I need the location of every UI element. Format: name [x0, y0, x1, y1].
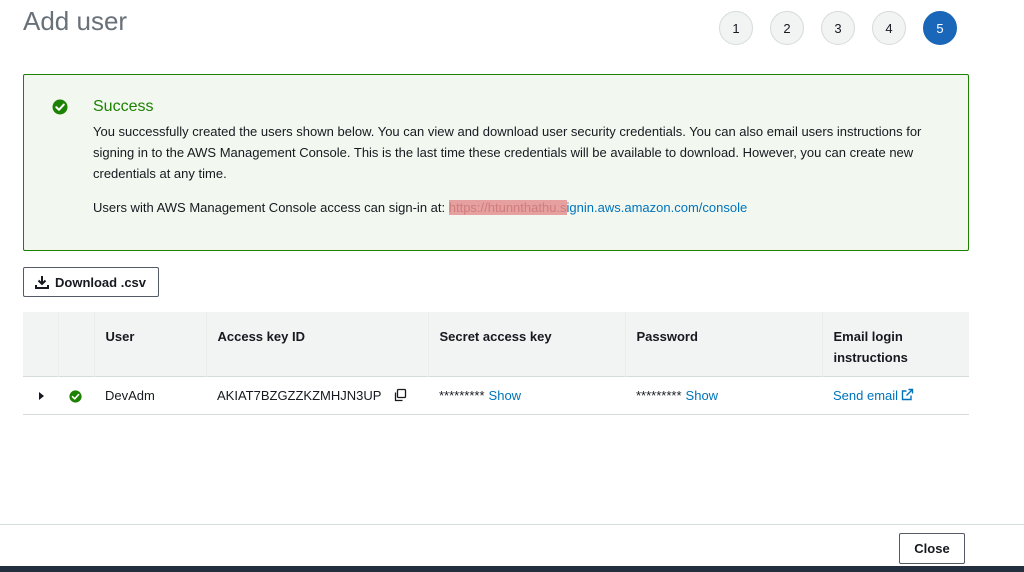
copy-icon[interactable]	[393, 388, 407, 402]
signin-prefix: Users with AWS Management Console access…	[93, 200, 449, 215]
page-title: Add user	[23, 6, 128, 36]
secret-key-cell: ********* Show	[428, 376, 625, 415]
expand-cell	[23, 376, 58, 415]
success-check-icon	[52, 99, 68, 115]
password-cell: ********* Show	[625, 376, 822, 415]
step-5[interactable]: 5	[923, 11, 957, 45]
signin-url-visible: ignin.aws.amazon.com/console	[566, 200, 748, 215]
header-email-login: Email login instructions	[821, 312, 969, 376]
expand-caret-icon[interactable]	[39, 391, 44, 400]
header-password: Password	[624, 312, 822, 376]
signin-line: Users with AWS Management Console access…	[93, 197, 747, 218]
header-access-key-id: Access key ID	[205, 312, 428, 376]
email-cell: Send email	[822, 376, 969, 415]
footer-divider	[0, 524, 1024, 525]
signin-url-link[interactable]: https://htunnthathu.signin.aws.amazon.co…	[448, 200, 748, 215]
send-email-link[interactable]: Send email	[833, 388, 914, 403]
access-key-cell: AKIAT7BZGZZKZMHJN3UP	[206, 376, 428, 415]
external-link-icon	[901, 388, 914, 400]
wizard-steps: 1 2 3 4 5	[719, 11, 957, 45]
send-email-label: Send email	[833, 387, 899, 403]
access-key-id: AKIAT7BZGZZKZMHJN3UP	[217, 387, 382, 403]
step-4[interactable]: 4	[872, 11, 906, 45]
header-secret-access-key: Secret access key	[427, 312, 625, 376]
alert-body: You successfully created the users shown…	[93, 124, 922, 181]
redacted-url-part: https://htunnthathu.s	[448, 200, 567, 215]
bottom-bar	[0, 566, 1024, 572]
download-icon	[35, 276, 49, 289]
step-2[interactable]: 2	[770, 11, 804, 45]
secret-masked: *********	[439, 387, 485, 403]
header-user: User	[93, 312, 206, 376]
password-masked: *********	[636, 387, 682, 403]
step-1[interactable]: 1	[719, 11, 753, 45]
download-csv-button[interactable]: Download .csv	[23, 267, 160, 297]
success-alert: Success You successfully created the use…	[23, 74, 969, 251]
table-header-row: User Access key ID Secret access key Pas…	[23, 312, 969, 376]
users-table: User Access key ID Secret access key Pas…	[23, 312, 969, 415]
close-button[interactable]: Close	[899, 533, 965, 564]
table-row: DevAdm AKIAT7BZGZZKZMHJN3UP ********* Sho…	[23, 376, 969, 415]
header-status	[57, 312, 94, 376]
step-3[interactable]: 3	[821, 11, 855, 45]
status-cell	[58, 376, 94, 415]
header-expand	[23, 312, 58, 376]
show-password-link[interactable]: Show	[686, 388, 719, 403]
show-secret-link[interactable]: Show	[489, 388, 522, 403]
success-check-icon	[69, 389, 82, 403]
user-cell: DevAdm	[94, 376, 206, 415]
download-label: Download .csv	[55, 274, 147, 290]
alert-title: Success	[93, 98, 154, 115]
